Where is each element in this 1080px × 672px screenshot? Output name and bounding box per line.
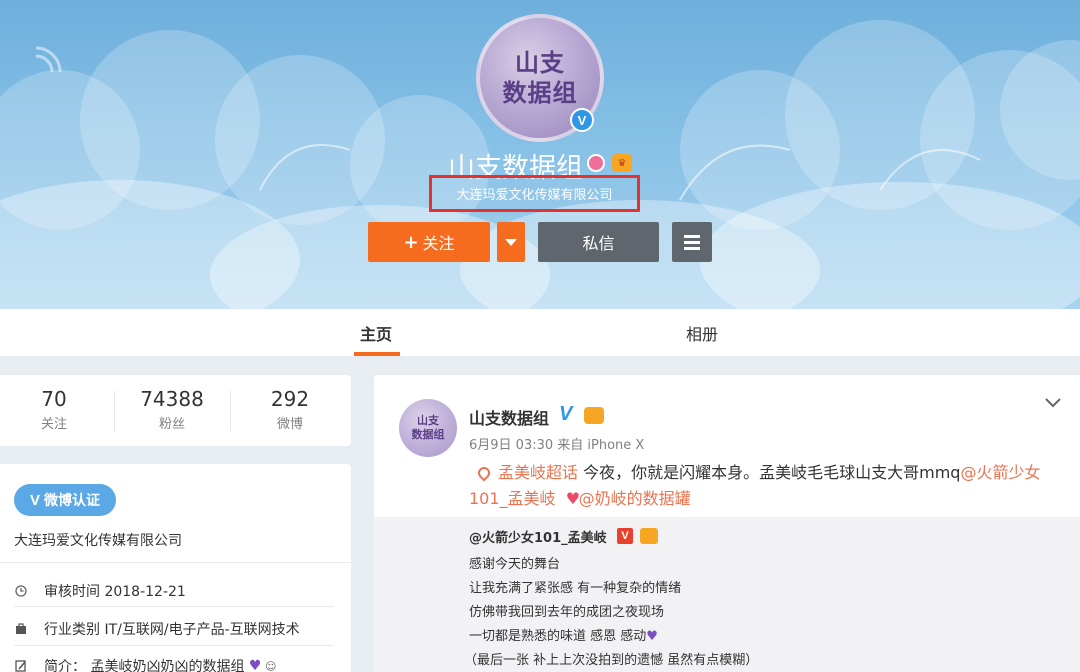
repost-line: 让我充满了紧张感 有一种复杂的情绪 — [469, 581, 682, 596]
follow-dropdown-button[interactable] — [497, 222, 525, 262]
followers-count[interactable]: 74388 粉丝 — [114, 387, 230, 432]
info-intro: 简介： 孟美岐奶凶奶凶的数据组 ♥ ☺ — [14, 656, 276, 672]
tab-home[interactable]: 主页 — [360, 321, 392, 345]
verified-v-icon: V — [570, 108, 594, 132]
post-text-line2: 101_孟美岐 ♥@奶岐的数据罐 — [469, 485, 691, 509]
briefcase-icon — [14, 622, 28, 636]
purple-heart-icon: ♥ — [646, 629, 658, 644]
chevron-down-icon — [505, 238, 517, 246]
avatar-text-line2: 数据组 — [502, 78, 578, 107]
pink-ribbon-icon[interactable] — [587, 154, 605, 172]
repost-line: （最后一张 补上上次没拍到的遗憾 虽然有点模糊） — [464, 653, 759, 668]
follow-label: 关注 — [422, 234, 455, 253]
heart-icon: ♥ — [560, 489, 581, 508]
repost-line: 仿佛带我回到去年的成团之夜现场 — [469, 605, 665, 620]
repost-author[interactable]: @火箭少女101_孟美岐 — [469, 527, 607, 546]
verified-v-icon: V — [559, 403, 573, 425]
weibo-verified-badge[interactable]: V 微博认证 — [14, 484, 116, 516]
follow-button[interactable]: + 关注 — [368, 222, 490, 262]
verified-v-icon: V — [29, 491, 40, 509]
repost-line: 感谢今天的舞台 — [469, 557, 561, 572]
mention-link-2[interactable]: @奶岐的数据罐 — [579, 489, 691, 508]
plus-icon: + — [403, 231, 419, 253]
smile-icon: ☺ — [261, 659, 277, 672]
profile-info-card: V 微博认证 大连玛爱文化传媒有限公司 审核时间 2018-12-21 行业类别… — [0, 464, 351, 672]
post-avatar[interactable]: 山支 数据组 — [399, 399, 457, 457]
feed-post-card: 山支 数据组 山支数据组 V 6月9日 03:30 来自 iPhone X 孟美… — [374, 375, 1080, 672]
avatar-text-line1: 山支 — [515, 48, 565, 77]
following-count[interactable]: 70 关注 — [0, 387, 112, 432]
crown-badge-icon[interactable] — [640, 528, 658, 544]
reposted-content: @火箭少女101_孟美岐 V 感谢今天的舞台 让我充满了紧张感 有一种复杂的情绪… — [374, 517, 1080, 672]
menu-icon — [684, 234, 700, 238]
post-author-name[interactable]: 山支数据组 — [469, 405, 549, 429]
info-review-time: 审核时间 2018-12-21 — [14, 581, 186, 601]
message-button[interactable]: 私信 — [538, 222, 659, 262]
profile-tabs: 主页 相册 — [0, 309, 1080, 356]
topic-link[interactable]: 孟美岐超话 — [498, 463, 578, 482]
info-industry: 行业类别 IT/互联网/电子产品-互联网技术 — [14, 619, 300, 639]
clock-icon — [14, 584, 28, 598]
post-text-line1: 孟美岐超话 今夜，你就是闪耀本身。孟美岐毛毛球山支大哥mmq@火箭少女 — [475, 459, 1040, 483]
repost-line: 一切都是熟悉的味道 感恩 感动♥ — [469, 629, 658, 644]
rss-icon[interactable] — [30, 42, 64, 76]
crown-badge-icon[interactable]: ♛ — [612, 154, 632, 172]
mention-link[interactable]: 101_孟美岐 — [469, 489, 556, 508]
posts-count[interactable]: 292 微博 — [232, 387, 348, 432]
pen-icon — [14, 659, 28, 672]
purple-heart-icon: ♥ — [244, 658, 262, 672]
verification-text: 大连玛爱文化传媒有限公司 — [456, 188, 613, 203]
active-tab-indicator — [354, 352, 400, 356]
counts-card: 70 关注 74388 粉丝 292 微博 — [0, 375, 351, 446]
mention-link[interactable]: @火箭少女 — [960, 463, 1040, 482]
chevron-down-icon[interactable] — [1044, 397, 1062, 409]
topic-icon — [475, 464, 493, 482]
post-meta: 6月9日 03:30 来自 iPhone X — [469, 438, 645, 453]
tab-album[interactable]: 相册 — [686, 321, 718, 345]
verified-v-icon: V — [617, 528, 633, 544]
crown-badge-icon[interactable] — [584, 407, 604, 424]
verified-company: 大连玛爱文化传媒有限公司 — [14, 533, 182, 549]
more-menu-button[interactable] — [672, 222, 712, 262]
